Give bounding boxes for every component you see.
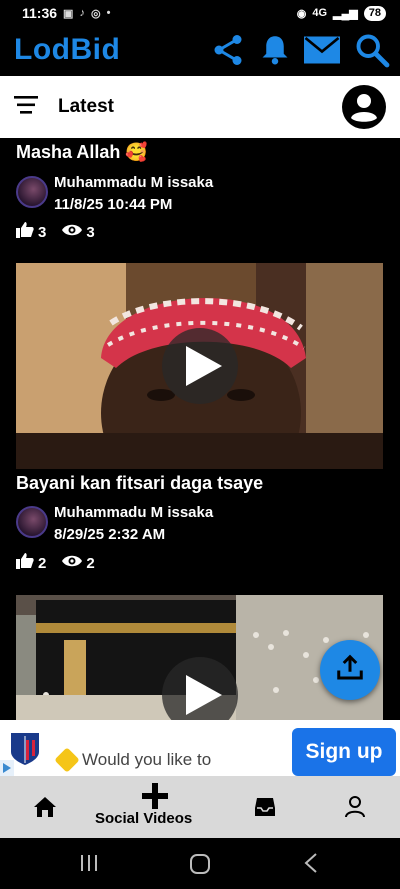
screenshot-icon: ▣ [63,7,74,20]
like-count: 2 [38,554,47,572]
home-icon[interactable] [30,776,60,838]
filter-icon[interactable] [14,95,38,119]
profile-avatar-icon[interactable] [342,85,386,129]
like-count: 3 [38,223,47,241]
author-avatar [16,176,48,208]
back-icon[interactable] [304,853,318,873]
app-header: LodBid [0,26,400,74]
account-icon[interactable] [340,776,370,838]
home-system-icon[interactable] [189,853,211,875]
system-nav-bar [0,838,400,889]
search-icon[interactable] [354,32,390,68]
status-bar: 11:36 ▣ ♪ ◎ • ◉ 4G ▂▄▆ 78 [0,0,400,26]
hotspot-icon: ◉ [296,7,307,20]
share-icon[interactable] [210,32,246,68]
like-icon[interactable] [16,222,34,242]
network-label: 4G [312,7,328,19]
social-videos-label[interactable]: Social Videos [95,810,192,827]
eye-icon [62,223,83,241]
adchoices-icon[interactable] [0,760,14,776]
ad-banner[interactable]: Would you like to Sign up [0,720,400,776]
feed-list[interactable]: Masha Allah 🥰 Muhammadu M issaka 11/8/25… [0,138,400,720]
sign-up-button[interactable]: Sign up [292,728,396,776]
app-title: LodBid [14,33,121,66]
like-icon[interactable] [16,553,34,573]
eye-icon [62,554,83,572]
author-name: Muhammadu M issaka [54,504,214,521]
hand-emoji-icon [54,747,80,773]
post-title[interactable]: Bayani kan fitsari daga tsaye [16,473,263,494]
inbox-icon[interactable] [250,776,280,838]
bottom-nav: Social Videos [0,776,400,838]
post-date: 8/29/25 2:32 AM [54,526,166,543]
filter-bar: Latest [0,76,400,138]
bell-icon[interactable] [260,33,290,67]
play-button[interactable] [161,328,238,404]
play-button[interactable] [161,657,238,720]
post-author[interactable]: Muhammadu M issaka 8/29/25 2:32 AM [16,502,213,546]
view-count: 3 [86,223,95,241]
recents-icon[interactable] [80,853,98,873]
view-count: 2 [86,554,95,572]
dot-icon: • [106,7,111,19]
mail-icon[interactable] [304,36,340,64]
author-avatar [16,506,48,538]
status-time: 11:36 [22,5,58,21]
author-name: Muhammadu M issaka [54,174,214,191]
atletico-logo-icon [10,732,40,766]
post-stats: 2 2 [16,553,95,573]
upload-icon [335,653,365,688]
filter-label[interactable]: Latest [58,96,342,118]
tiktok-icon: ♪ [79,7,85,19]
ad-text: Would you like to [82,750,212,769]
post-title[interactable]: Masha Allah 🥰 [16,142,148,163]
sync-icon: ◎ [90,7,101,20]
video-thumbnail[interactable] [16,263,383,469]
post-author[interactable]: Muhammadu M issaka 11/8/25 10:44 PM [16,172,213,216]
post-date: 11/8/25 10:44 PM [54,196,173,213]
signal-icon: ▂▄▆ [333,7,358,20]
battery-icon: 78 [363,5,386,21]
post-stats: 3 3 [16,222,95,242]
upload-button[interactable] [320,640,380,700]
